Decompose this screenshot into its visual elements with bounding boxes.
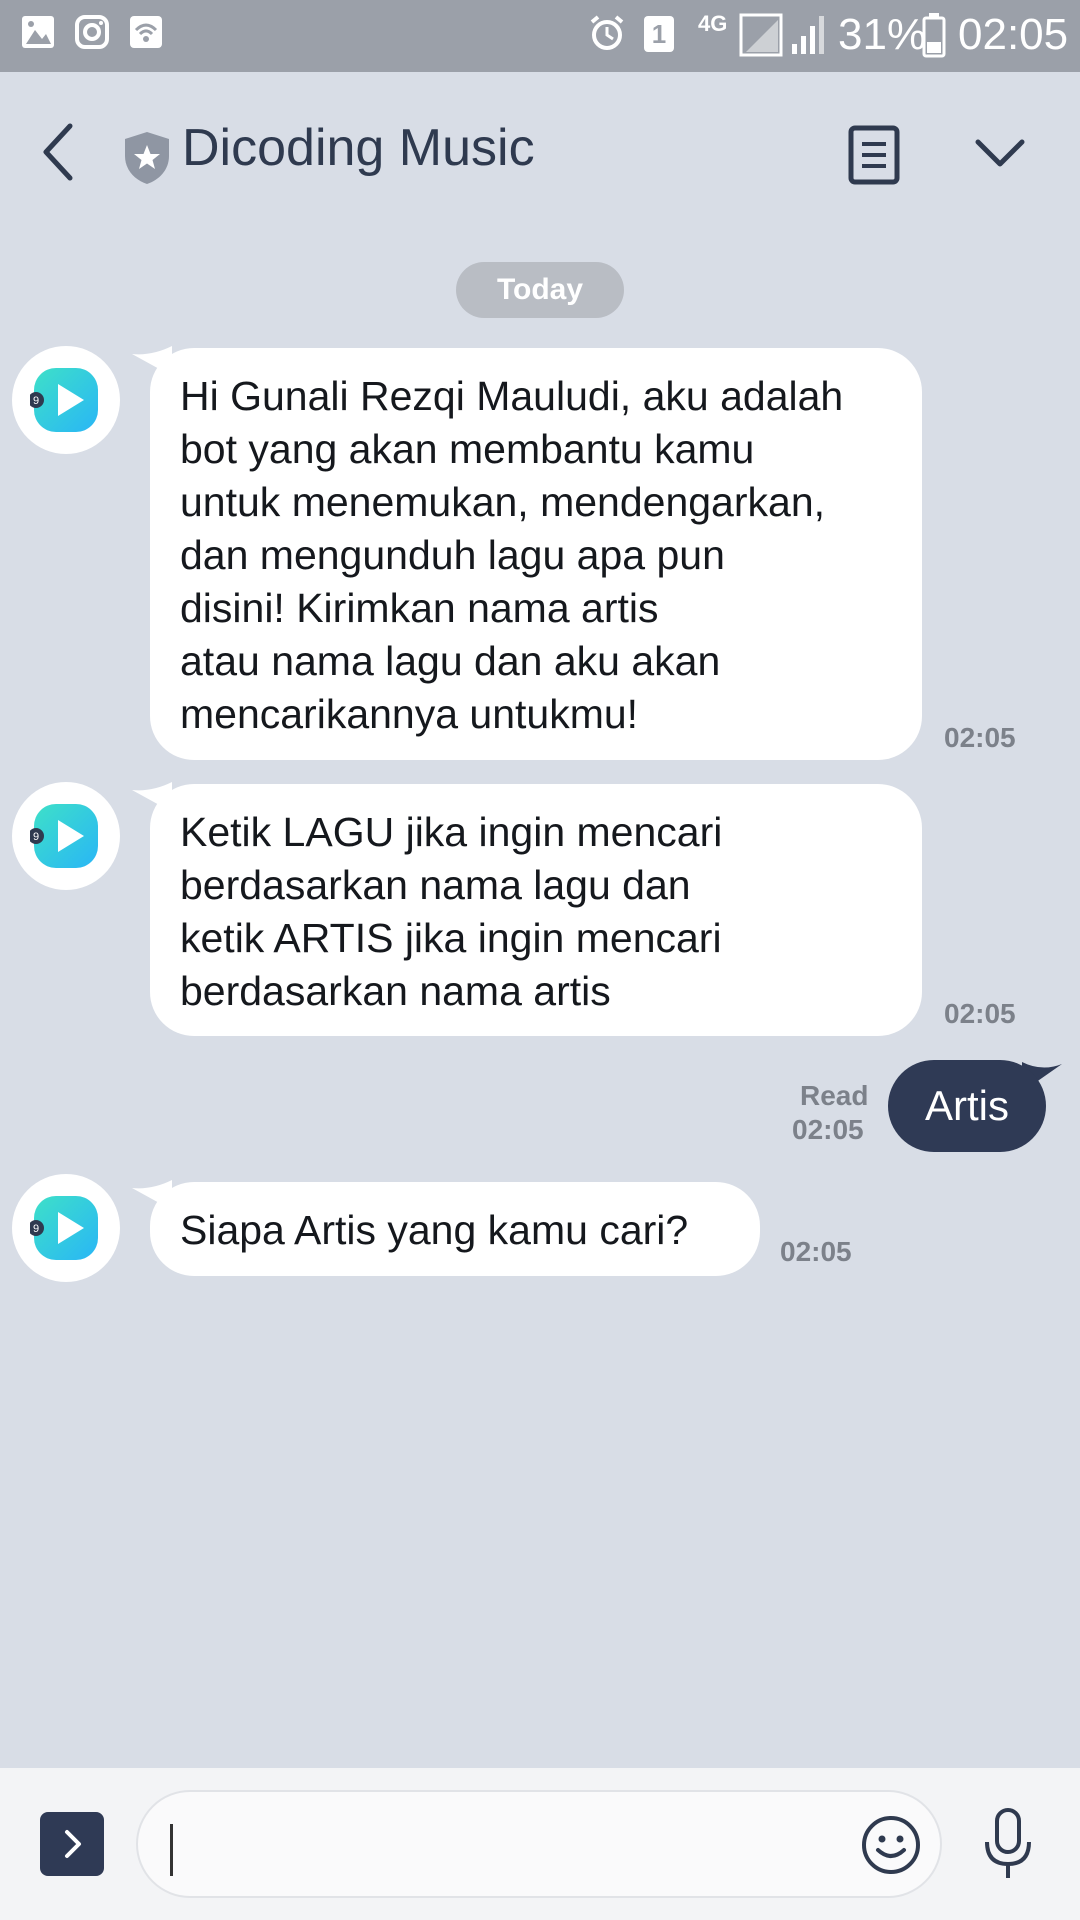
message-line: berdasarkan nama artis (180, 968, 611, 1014)
message-time: 02:05 (944, 722, 1016, 753)
play-logo-icon: 9 (30, 1196, 98, 1260)
svg-text:9: 9 (33, 395, 39, 407)
message-line: dan mengunduh lagu apa pun (180, 532, 725, 578)
bot-avatar[interactable]: 9 (12, 346, 120, 454)
network-type: 4G (698, 11, 728, 36)
outgoing-time: 02:05 (792, 1114, 864, 1145)
instagram-icon (75, 15, 109, 49)
text-caret (170, 1824, 173, 1876)
message-bubble[interactable]: Hi Gunali Rezqi Mauludi, aku adalah bot … (150, 348, 922, 760)
official-shield-icon (125, 132, 169, 184)
microphone-icon[interactable] (978, 1806, 1038, 1886)
svg-text:9: 9 (33, 1223, 39, 1235)
sim-badge: 1 (644, 16, 674, 52)
message-line: Ketik LAGU jika ingin mencari (180, 809, 723, 855)
signal-icon-2 (792, 16, 824, 54)
bot-avatar[interactable]: 9 (12, 782, 120, 890)
back-button[interactable] (30, 112, 90, 192)
message-input[interactable] (136, 1790, 942, 1898)
wifi-hotspot-icon (130, 16, 162, 48)
gallery-icon (22, 16, 54, 48)
play-logo-icon: 9 (30, 368, 98, 432)
message-line: Siapa Artis yang kamu cari? (180, 1207, 689, 1253)
emoji-icon[interactable] (860, 1814, 922, 1876)
date-divider: Today (456, 262, 624, 318)
chevron-right-icon (65, 1830, 81, 1858)
outgoing-message-bubble[interactable]: Artis (888, 1060, 1046, 1152)
battery-percent: 31% (838, 10, 927, 59)
message-line: untuk menemukan, mendengarkan, (180, 479, 826, 525)
notes-icon[interactable] (842, 122, 908, 188)
message-line: mencarikannya untukmu! (180, 691, 639, 737)
play-logo-icon: 9 (30, 804, 98, 868)
message-line: berdasarkan nama lagu dan (180, 862, 691, 908)
svg-text:9: 9 (33, 831, 39, 843)
message-line: atau nama lagu dan aku akan (180, 638, 721, 684)
message-line: Hi Gunali Rezqi Mauludi, aku adalah (180, 373, 844, 419)
message-time: 02:05 (944, 998, 1016, 1029)
alarm-icon (590, 15, 624, 50)
message-line: bot yang akan membantu kamu (180, 426, 755, 472)
battery-icon (922, 13, 946, 58)
message-bubble[interactable]: Siapa Artis yang kamu cari? (150, 1182, 760, 1276)
status-bar: 1 4G 31% 02:05 (0, 0, 1080, 72)
read-receipt: Read (800, 1080, 869, 1111)
message-line: ketik ARTIS jika ingin mencari (180, 915, 722, 961)
message-time: 02:05 (780, 1236, 852, 1267)
bot-avatar[interactable]: 9 (12, 1174, 120, 1282)
chevron-down-icon[interactable] (970, 124, 1030, 184)
message-bubble[interactable]: Ketik LAGU jika ingin mencari berdasarka… (150, 784, 922, 1036)
message-input-bar (0, 1768, 1080, 1920)
signal-icon-1 (739, 13, 783, 57)
chat-title: Dicoding Music (182, 119, 535, 177)
chat-header: Dicoding Music (0, 72, 1080, 232)
status-time: 02:05 (958, 10, 1069, 59)
expand-menu-button[interactable] (40, 1812, 104, 1876)
message-line: disini! Kirimkan nama artis (180, 585, 659, 631)
